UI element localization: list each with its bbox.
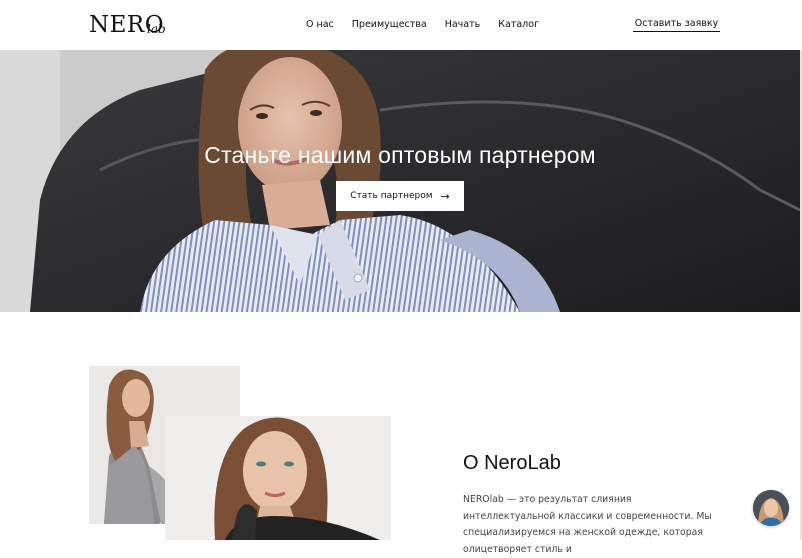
about-title: О NeroLab (463, 452, 561, 474)
chat-avatar-icon[interactable] (753, 490, 789, 526)
nav-about[interactable]: О нас (306, 19, 334, 30)
nav-start[interactable]: Начать (445, 19, 481, 30)
main-nav: О нас Преимущества Начать Каталог (306, 19, 557, 30)
about-photo-2 (165, 416, 391, 540)
hero-banner: Станьте нашим оптовым партнером Стать па… (0, 50, 800, 312)
logo[interactable]: NERO lab (89, 12, 166, 38)
become-partner-button[interactable]: Стать партнером → (336, 181, 464, 211)
site-header: NERO lab О нас Преимущества Начать Катал… (0, 0, 802, 50)
become-partner-label: Стать партнером (350, 191, 433, 201)
nav-catalog[interactable]: Каталог (498, 19, 539, 30)
leave-request-button[interactable]: Оставить заявку (633, 18, 720, 32)
logo-sub: lab (147, 22, 166, 36)
about-text: NEROlab — это результат слияния интеллек… (463, 494, 712, 555)
arrow-right-icon: → (440, 189, 450, 203)
hero-title: Станьте нашим оптовым партнером (204, 142, 596, 168)
nav-advantages[interactable]: Преимущества (352, 19, 427, 30)
